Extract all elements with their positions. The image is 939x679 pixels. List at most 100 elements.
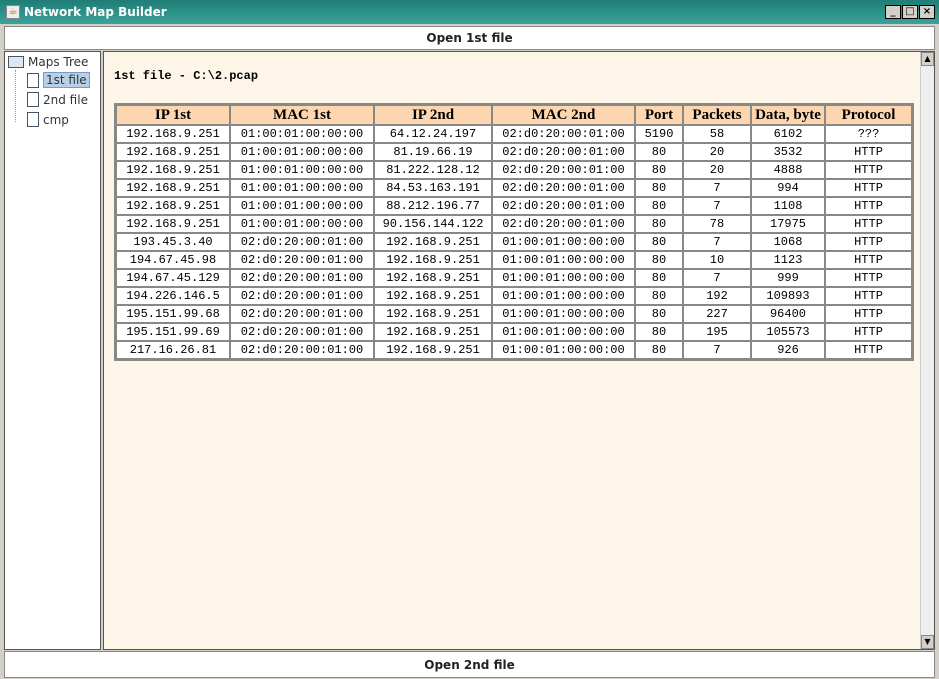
table-cell: 01:00:01:00:00:00 [492,341,635,359]
tree-item-label: cmp [43,112,69,127]
scroll-down-arrow-icon[interactable]: ▼ [921,635,934,649]
table-cell: 01:00:01:00:00:00 [492,269,635,287]
table-cell: 02:d0:20:00:01:00 [230,269,374,287]
table-cell: 109893 [751,287,825,305]
table-cell: 02:d0:20:00:01:00 [492,215,635,233]
column-header: MAC 2nd [492,105,635,125]
column-header: IP 2nd [374,105,492,125]
column-header: IP 1st [116,105,230,125]
table-cell: 02:d0:20:00:01:00 [492,125,635,143]
table-cell: 192.168.9.251 [116,143,230,161]
title-bar: ☕ Network Map Builder _ □ × [0,0,939,24]
column-header: Data, byte [751,105,825,125]
table-cell: 81.19.66.19 [374,143,492,161]
table-cell: 5190 [635,125,683,143]
table-cell: 01:00:01:00:00:00 [230,215,374,233]
table-cell: 3532 [751,143,825,161]
table-cell: 192.168.9.251 [374,323,492,341]
table-cell: 195.151.99.69 [116,323,230,341]
scroll-up-arrow-icon[interactable]: ▲ [921,52,934,66]
table-cell: ??? [825,125,912,143]
table-row: 195.151.99.69 02:d0:20:00:01:00 192.168.9.… [116,323,912,341]
table-cell: 192.168.9.251 [116,215,230,233]
table-cell: 01:00:01:00:00:00 [492,233,635,251]
table-cell: 81.222.128.12 [374,161,492,179]
table-cell: HTTP [825,323,912,341]
table-cell: 195 [683,323,751,341]
table-cell: 194.226.146.5 [116,287,230,305]
table-cell: 6102 [751,125,825,143]
open-1st-file-button[interactable]: Open 1st file [4,26,935,50]
table-cell: HTTP [825,215,912,233]
table-cell: 01:00:01:00:00:00 [230,143,374,161]
table-cell: 7 [683,269,751,287]
table-cell: 88.212.196.77 [374,197,492,215]
tree-root[interactable]: Maps Tree [8,55,88,69]
table-row: 192.168.9.251 01:00:01:00:00:00 81.19.66.1… [116,143,912,161]
table-row: 192.168.9.251 01:00:01:00:00:00 84.53.163.… [116,179,912,197]
minimize-button[interactable]: _ [885,5,901,19]
table-row: 194.67.45.98 02:d0:20:00:01:00 192.168.9.2… [116,251,912,269]
table-cell: 105573 [751,323,825,341]
table-cell: 80 [635,233,683,251]
table-row: 192.168.9.251 01:00:01:00:00:00 88.212.196… [116,197,912,215]
column-header: Port [635,105,683,125]
table-cell: HTTP [825,287,912,305]
table-cell: 195.151.99.68 [116,305,230,323]
table-cell: HTTP [825,341,912,359]
table-cell: 80 [635,179,683,197]
table-cell: 78 [683,215,751,233]
table-cell: HTTP [825,251,912,269]
maximize-button[interactable]: □ [902,5,918,19]
table-cell: 02:d0:20:00:01:00 [230,305,374,323]
tree-item-label: 2nd file [43,92,88,107]
table-cell: 80 [635,323,683,341]
table-cell: 84.53.163.191 [374,179,492,197]
table-cell: 80 [635,251,683,269]
table-cell: 02:d0:20:00:01:00 [492,143,635,161]
table-cell: 192.168.9.251 [374,233,492,251]
tree-item-label: 1st file [43,72,90,88]
table-cell: HTTP [825,269,912,287]
table-row: 193.45.3.40 02:d0:20:00:01:00 192.168.9.25… [116,233,912,251]
vertical-scrollbar[interactable]: ▲ ▼ [920,52,934,649]
table-cell: 02:d0:20:00:01:00 [230,323,374,341]
folder-icon [8,56,24,68]
table-cell: 02:d0:20:00:01:00 [492,179,635,197]
table-cell: 192.168.9.251 [116,161,230,179]
file-icon [27,72,39,88]
table-cell: 7 [683,233,751,251]
table-cell: 192.168.9.251 [116,179,230,197]
table-cell: 96400 [751,305,825,323]
table-cell: 1068 [751,233,825,251]
tree-item-1st-file[interactable]: 1st file [27,72,90,88]
table-cell: 10 [683,251,751,269]
close-button[interactable]: × [919,5,935,19]
table-cell: HTTP [825,233,912,251]
tree-root-label: Maps Tree [28,55,89,69]
column-header: MAC 1st [230,105,374,125]
table-cell: 192 [683,287,751,305]
tree-item-2nd-file[interactable]: 2nd file [27,92,88,107]
table-cell: 217.16.26.81 [116,341,230,359]
table-cell: 192.168.9.251 [116,197,230,215]
table-cell: 1108 [751,197,825,215]
table-cell: 01:00:01:00:00:00 [230,197,374,215]
column-header: Protocol [825,105,912,125]
table-cell: 01:00:01:00:00:00 [230,161,374,179]
table-cell: 192.168.9.251 [374,269,492,287]
table-cell: 999 [751,269,825,287]
table-cell: 227 [683,305,751,323]
table-cell: HTTP [825,161,912,179]
table-cell: 194.67.45.98 [116,251,230,269]
table-cell: 02:d0:20:00:01:00 [230,251,374,269]
table-cell: HTTP [825,179,912,197]
file-icon [27,92,39,107]
table-cell: 192.168.9.251 [374,305,492,323]
open-2nd-file-button[interactable]: Open 2nd file [4,651,935,678]
table-cell: 80 [635,197,683,215]
table-cell: HTTP [825,197,912,215]
column-header: Packets [683,105,751,125]
tree-item-cmp[interactable]: cmp [27,112,69,127]
table-cell: 80 [635,287,683,305]
